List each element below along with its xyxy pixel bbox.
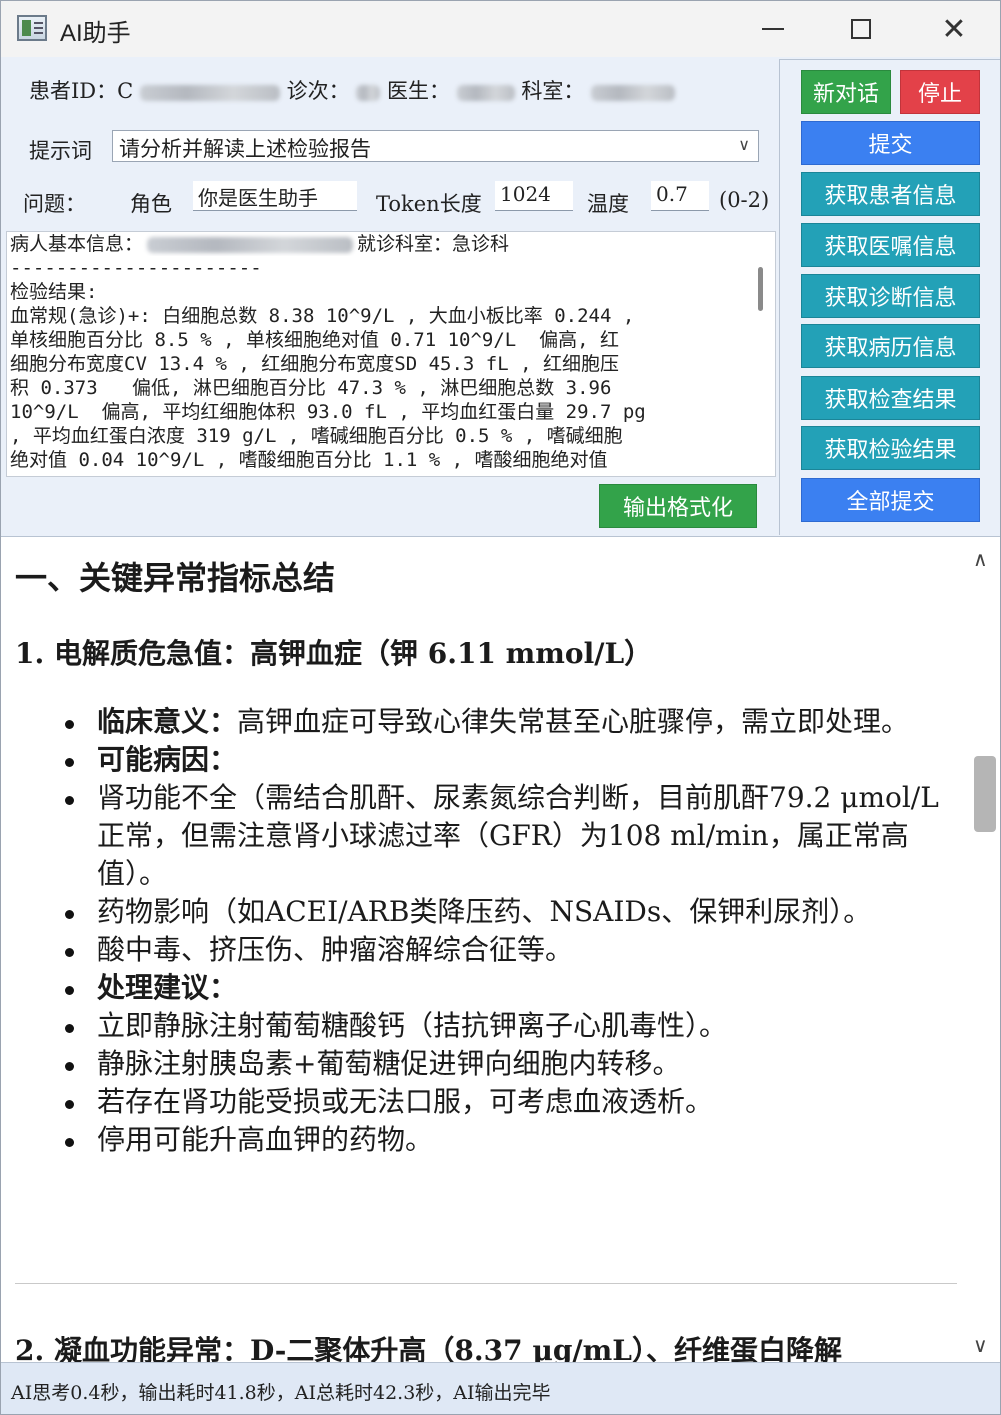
maximize-icon [851,19,871,39]
list-item: 可能病因： [15,741,955,779]
get-patient-info-button[interactable]: 获取患者信息 [801,172,980,216]
patient-id-prefix: C [117,79,134,103]
list-item: 立即静脉注射葡萄糖酸钙（拮抗钾离子心肌毒性）。 [15,1007,955,1045]
chevron-down-icon: ∨ [738,135,750,154]
prompt-selected: 请分析并解读上述检验报告 [119,137,371,161]
divider [15,1283,957,1284]
temp-range: (0-2) [719,188,770,212]
status-bar: AI思考0.4秒，输出耗时41.8秒，AI总耗时42.3秒，AI输出完毕 [1,1362,1000,1414]
output-scrollbar[interactable]: ∧ ∨ [966,537,1000,1362]
input-area: 患者ID：C 诊次： 医生： 科室： 提示词 请分析并解读上述检验报告 ∨ 问题… [1,57,1000,535]
get-exam-results-button[interactable]: 获取检查结果 [801,376,980,420]
close-icon: ✕ [941,11,967,47]
visit-label: 诊次： [286,79,350,103]
token-input[interactable]: 1024 [495,181,573,211]
list-item: 处理建议： [15,969,955,1007]
stop-button[interactable]: 停止 [900,70,980,114]
close-button[interactable]: ✕ [926,1,982,57]
patient-info-row: 患者ID：C 诊次： 医生： 科室： [29,75,676,105]
dept-redacted [591,84,676,101]
bullet-list: 临床意义：高钾血症可导致心律失常甚至心脏骤停，需立即处理。 可能病因： 肾功能不… [15,703,955,1159]
list-item: 临床意义：高钾血症可导致心律失常甚至心脏骤停，需立即处理。 [15,703,955,741]
output-panel[interactable]: 一、关键异常指标总结 1. 电解质危急值：高钾血症（钾 6.11 mmol/L）… [1,536,1000,1362]
report-line: 绝对值 0.04 10^9/L , 嗜酸细胞百分比 1.1 % , 嗜酸细胞绝对… [10,449,608,471]
visit-redacted [356,84,381,101]
minimize-button[interactable] [745,1,801,57]
list-item: 静脉注射胰岛素+葡萄糖促进钾向细胞内转移。 [15,1045,955,1083]
app-icon [17,15,47,41]
title-bar: AI助手 ✕ [1,1,1000,57]
report-line: 血常规(急诊)+: 白细胞总数 8.38 10^9/L , 大血小板比率 0.2… [10,305,635,327]
maximize-button[interactable] [833,1,889,57]
get-lab-results-button[interactable]: 获取检验结果 [801,426,980,470]
report-line: 检验结果: [10,281,98,303]
report-textarea[interactable]: 病人基本信息： 就诊科室：急诊科 ---------------------- 检… [6,231,776,477]
role-input[interactable]: 你是医生助手 [193,181,357,211]
list-item: 酸中毒、挤压伤、肿瘤溶解综合征等。 [15,931,955,969]
temp-label: 温度 [587,192,629,216]
scroll-thumb[interactable] [974,756,996,832]
report-line: ---------------------- [10,257,262,279]
patient-id-redacted [139,84,280,101]
output-heading: 一、关键异常指标总结 [15,559,336,597]
report-scrollbar[interactable] [758,267,763,311]
new-chat-button[interactable]: 新对话 [801,70,891,114]
window-title: AI助手 [60,20,131,47]
list-item: 若存在肾功能受损或无法口服，可考虑血液透析。 [15,1083,955,1121]
action-panel: 新对话 停止 提交 获取患者信息 获取医嘱信息 获取诊断信息 获取病历信息 获取… [779,59,1000,535]
scroll-up-icon[interactable]: ∧ [973,547,988,571]
left-panel: 患者ID：C 诊次： 医生： 科室： 提示词 请分析并解读上述检验报告 ∨ 问题… [1,57,779,535]
report-line: 细胞分布宽度CV 13.4 % , 红细胞分布宽度SD 45.3 fL , 红细… [10,353,619,375]
section-heading-2: 2. 凝血功能异常：D-二聚体升高（8.37 μg/mL）、纤维蛋白降解 [15,1334,842,1362]
prompt-select[interactable]: 请分析并解读上述检验报告 ∨ [112,130,759,162]
doctor-label: 医生： [386,79,450,103]
get-orders-button[interactable]: 获取医嘱信息 [801,223,980,267]
dept-label: 科室： [521,79,585,103]
section-heading-1: 1. 电解质危急值：高钾血症（钾 6.11 mmol/L） [15,637,653,670]
role-label: 角色 [130,192,172,216]
format-output-button[interactable]: 输出格式化 [599,484,757,528]
question-label: 问题： [23,192,86,216]
report-line: 10^9/L 偏高, 平均红细胞体积 93.0 fL , 平均血红蛋白量 29.… [10,401,646,423]
doctor-redacted [456,84,515,101]
report-line: 病人基本信息： 就诊科室：急诊科 [10,233,510,255]
report-line: , 平均血红蛋白浓度 319 g/L , 嗜碱细胞百分比 0.5 % , 嗜碱细… [10,425,623,447]
list-item: 药物影响（如ACEI/ARB类降压药、NSAIDs、保钾利尿剂）。 [15,893,955,931]
app-window: AI助手 ✕ 患者ID：C 诊次： 医生： 科室： 提示词 请分析并解读上述检验… [0,0,1001,1415]
list-item: 肾功能不全（需结合肌酐、尿素氮综合判断，目前肌酐79.2 μmol/L正常，但需… [15,779,955,893]
submit-all-button[interactable]: 全部提交 [801,478,980,522]
get-diagnosis-button[interactable]: 获取诊断信息 [801,274,980,318]
report-line: 单核细胞百分比 8.5 % , 单核细胞绝对值 0.71 10^9/L 偏高, … [10,329,619,351]
submit-button[interactable]: 提交 [801,121,980,165]
scroll-down-icon[interactable]: ∨ [973,1333,988,1357]
token-label: Token长度 [376,192,482,216]
list-item: 停用可能升高血钾的药物。 [15,1121,955,1159]
patient-id-label: 患者ID： [29,79,118,103]
report-line: 积 0.373 偏低, 淋巴细胞百分比 47.3 % , 淋巴细胞总数 3.96 [10,377,612,399]
temp-input[interactable]: 0.7 [651,181,709,211]
prompt-label: 提示词 [29,139,92,163]
get-history-button[interactable]: 获取病历信息 [801,324,980,368]
minimize-icon [762,28,784,30]
patient-basic-redacted [147,236,354,253]
